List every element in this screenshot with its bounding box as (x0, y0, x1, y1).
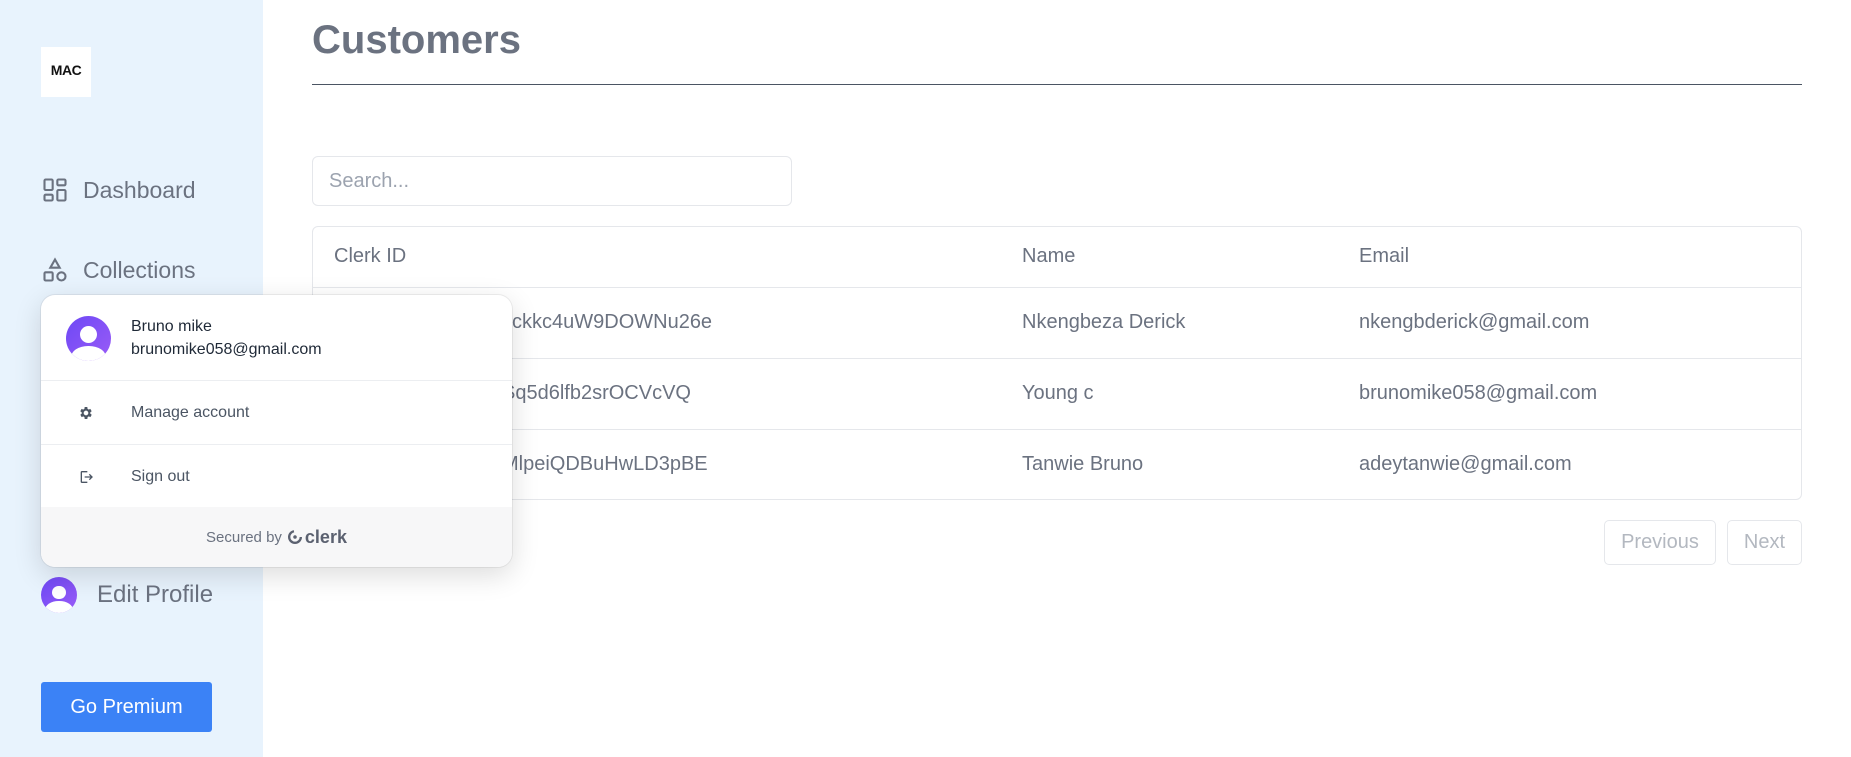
user-menu-popover: Bruno mike brunomike058@gmail.com Manage… (41, 295, 512, 567)
manage-account-label: Manage account (131, 403, 250, 421)
clerk-brand-text: clerk (304, 526, 347, 547)
sidebar-item-label: Dashboard (83, 176, 196, 203)
shapes-icon (43, 257, 67, 282)
table-row[interactable]: vckkc4uW9DOWNu26e Nkengbeza Derick nkeng… (313, 286, 1801, 358)
popup-user-email: brunomike058@gmail.com (131, 341, 322, 358)
popup-user-name: Bruno mike (131, 318, 212, 335)
edit-profile-label: Edit Profile (97, 581, 214, 608)
secured-by-footer: Secured by clerk (41, 507, 512, 567)
sidebar-item-collections[interactable]: Collections (41, 256, 196, 284)
cell-name: Nkengbeza Derick (1001, 286, 1338, 358)
avatar (41, 577, 77, 613)
title-divider (312, 84, 1802, 85)
sidebar-item-label: Collections (83, 256, 196, 283)
sign-out-icon (41, 469, 131, 485)
manage-account-button[interactable]: Manage account (41, 381, 512, 444)
sign-out-button[interactable]: Sign out (41, 445, 512, 508)
column-header-name[interactable]: Name (1001, 227, 1338, 287)
customers-table: Clerk ID Name Email vckkc4uW9DOWNu26e Nk… (312, 226, 1802, 500)
table-row[interactable]: Sq5d6lfb2srOCVcVQ Young c brunomike058@g… (313, 357, 1801, 429)
cell-email: brunomike058@gmail.com (1338, 357, 1801, 429)
clerk-logo[interactable]: clerk (287, 526, 347, 548)
logo-tagline-mark (66, 77, 67, 81)
sidebar-item-dashboard[interactable]: Dashboard (41, 176, 196, 204)
dashboard-icon (43, 178, 67, 202)
app-logo[interactable]: MAC (41, 47, 91, 97)
cell-name: Young c (1001, 357, 1338, 429)
cell-email: adeytanwie@gmail.com (1338, 428, 1801, 499)
clerk-icon (287, 530, 302, 544)
column-header-clerk-id[interactable]: Clerk ID (313, 227, 1001, 287)
page-title: Customers (312, 18, 521, 62)
next-button[interactable]: Next (1726, 520, 1802, 565)
cell-email: nkengbderick@gmail.com (1338, 286, 1801, 358)
table-header-row: Clerk ID Name Email (313, 227, 1801, 287)
sign-out-label: Sign out (131, 467, 190, 485)
pagination: Previous Next (1604, 520, 1802, 565)
table-row[interactable]: MlpeiQDBuHwLD3pBE Tanwie Bruno adeytanwi… (313, 428, 1801, 499)
secured-by-text: Secured by (206, 528, 282, 546)
popup-user-info: Bruno mike brunomike058@gmail.com (66, 315, 322, 361)
cell-name: Tanwie Bruno (1001, 428, 1338, 499)
popup-avatar (66, 315, 111, 361)
gear-icon (41, 405, 131, 421)
search-input[interactable] (312, 156, 792, 206)
previous-button[interactable]: Previous (1604, 520, 1716, 565)
column-header-email[interactable]: Email (1338, 227, 1801, 287)
edit-profile-button[interactable]: Edit Profile (41, 577, 213, 613)
logo-text: MAC (50, 62, 82, 78)
go-premium-button[interactable]: Go Premium (41, 682, 212, 732)
